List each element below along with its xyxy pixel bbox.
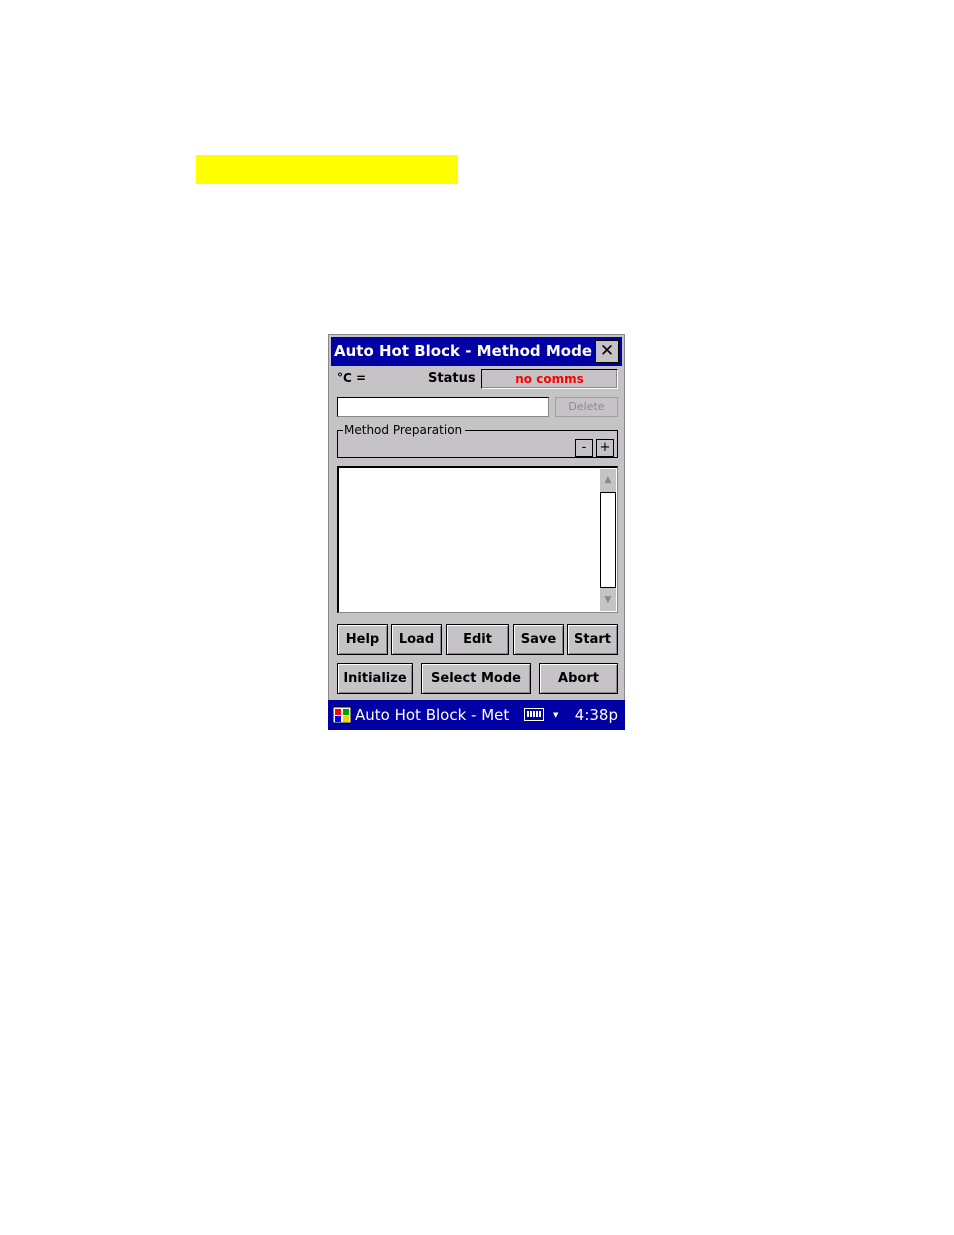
title-bar: Auto Hot Block - Method Mode ✕ — [331, 337, 622, 366]
close-icon: ✕ — [599, 341, 615, 361]
delete-button[interactable]: Delete — [555, 397, 618, 417]
taskbar-app-title[interactable]: Auto Hot Block - Met — [355, 700, 509, 730]
windows-start-icon[interactable] — [333, 706, 351, 724]
abort-button[interactable]: Abort — [539, 663, 618, 694]
taskbar: Auto Hot Block - Met ▼ 4:38p — [328, 700, 625, 730]
start-button[interactable]: Start — [567, 624, 618, 655]
keyboard-menu-arrow-icon[interactable]: ▼ — [553, 700, 558, 730]
temperature-label: °C = — [337, 371, 367, 385]
yellow-highlight-bar — [196, 155, 458, 184]
method-steps-list[interactable]: ▲ ▼ — [337, 466, 618, 613]
app-window: Auto Hot Block - Method Mode ✕ °C = Stat… — [328, 334, 625, 730]
scroll-down-arrow-icon[interactable]: ▼ — [600, 589, 616, 611]
vertical-scrollbar[interactable]: ▲ ▼ — [600, 469, 616, 611]
method-preparation-group: Method Preparation - + — [337, 422, 618, 458]
close-button[interactable]: ✕ — [595, 340, 619, 363]
expand-button[interactable]: + — [596, 439, 614, 457]
group-title: Method Preparation — [343, 422, 466, 438]
collapse-button[interactable]: - — [575, 439, 593, 457]
scroll-up-arrow-icon[interactable]: ▲ — [600, 469, 616, 491]
initialize-button[interactable]: Initialize — [337, 663, 413, 694]
edit-button[interactable]: Edit — [446, 624, 509, 655]
method-name-input[interactable] — [337, 397, 549, 417]
status-label: Status — [428, 371, 476, 386]
select-mode-button[interactable]: Select Mode — [421, 663, 531, 694]
load-button[interactable]: Load — [391, 624, 442, 655]
scroll-thumb[interactable] — [600, 492, 616, 588]
save-button[interactable]: Save — [513, 624, 564, 655]
clock: 4:38p — [574, 706, 618, 724]
window-title: Auto Hot Block - Method Mode — [334, 342, 593, 360]
help-button[interactable]: Help — [337, 624, 388, 655]
keyboard-icon[interactable] — [524, 708, 544, 721]
status-value: no comms — [481, 369, 618, 389]
